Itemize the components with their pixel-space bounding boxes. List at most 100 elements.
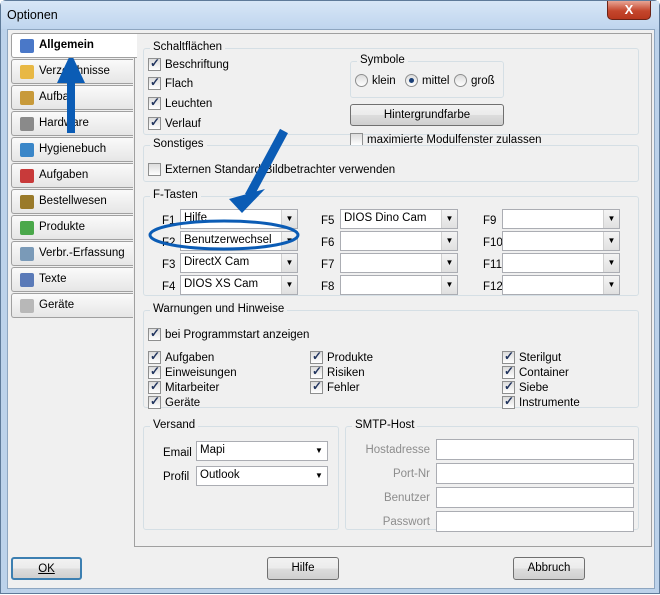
checkbox-aufgaben[interactable]: Aufgaben (148, 349, 214, 364)
checkbox-box[interactable] (148, 349, 161, 364)
f-key-select-f2[interactable]: Benutzerwechsel ▼ (180, 231, 298, 251)
tab-aufbau[interactable]: Aufbau (11, 85, 133, 110)
ok-label: OK (38, 563, 55, 575)
tab-verzeichnisse[interactable]: Verzeichnisse (11, 59, 133, 84)
checkbox-geräte[interactable]: Geräte (148, 394, 200, 409)
email-select[interactable]: Mapi ▼ (196, 441, 328, 461)
f-key-label: F8 (321, 281, 335, 293)
radio-mittel[interactable]: mittel (405, 74, 449, 87)
checkbox-siebe[interactable]: Siebe (502, 379, 548, 394)
chevron-down-icon[interactable]: ▼ (311, 442, 327, 460)
checkbox-box[interactable] (502, 364, 515, 379)
checkbox-fehler[interactable]: Fehler (310, 379, 360, 394)
smtp-input-hostadresse[interactable] (436, 439, 634, 460)
checkbox-verlauf[interactable]: Verlauf (148, 115, 201, 130)
tab-label: Hygienebuch (39, 143, 107, 155)
title-bar[interactable]: Optionen X (1, 1, 659, 29)
tab-hardware[interactable]: Hardware (11, 111, 133, 136)
f-key-select-f6[interactable]: ▼ (340, 231, 458, 251)
checkbox-box[interactable] (148, 163, 161, 176)
checkbox-box[interactable] (148, 364, 161, 379)
checkbox-box[interactable] (148, 75, 161, 90)
smtp-input-benutzer[interactable] (436, 487, 634, 508)
checkbox-label: Leuchten (165, 97, 213, 110)
f-key-select-f12[interactable]: ▼ (502, 275, 620, 295)
chevron-down-icon[interactable]: ▼ (311, 467, 327, 485)
folder-icon (20, 65, 34, 79)
checkbox-box[interactable] (310, 364, 323, 379)
tab-aufgaben[interactable]: Aufgaben (11, 163, 133, 188)
radio-button[interactable] (405, 74, 418, 87)
abbruch-button[interactable]: Abbruch (513, 557, 585, 580)
chevron-down-icon[interactable]: ▼ (603, 254, 619, 272)
tab-verbr-erfassung[interactable]: Verbr.-Erfassung (11, 241, 133, 266)
f-key-select-f8[interactable]: ▼ (340, 275, 458, 295)
checkbox-box[interactable] (502, 394, 515, 409)
chevron-down-icon[interactable]: ▼ (281, 254, 297, 272)
checkbox-box[interactable] (148, 115, 161, 130)
checkbox-beschriftung[interactable]: Beschriftung (148, 56, 229, 71)
tab-bestellwesen[interactable]: Bestellwesen (11, 189, 133, 214)
f-key-select-f7[interactable]: ▼ (340, 253, 458, 273)
checkbox-box[interactable] (310, 349, 323, 364)
checkbox-einweisungen[interactable]: Einweisungen (148, 364, 237, 379)
checkbox-box[interactable] (502, 379, 515, 394)
f-key-select-f3[interactable]: DirectX Cam ▼ (180, 253, 298, 273)
checkbox-box[interactable] (148, 379, 161, 394)
chevron-down-icon[interactable]: ▼ (281, 232, 297, 250)
f-key-select-f5[interactable]: DIOS Dino Cam ▼ (340, 209, 458, 229)
f-key-select-f10[interactable]: ▼ (502, 231, 620, 251)
checkbox-sterilgut[interactable]: Sterilgut (502, 349, 561, 364)
checkbox-leuchten[interactable]: Leuchten (148, 95, 213, 110)
tab-produkte[interactable]: Produkte (11, 215, 133, 240)
f-key-select-f1[interactable]: Hilfe ▼ (180, 209, 298, 229)
hintergrundfarbe-button[interactable]: Hintergrundfarbe (350, 104, 504, 126)
chevron-down-icon[interactable]: ▼ (441, 210, 457, 228)
chevron-down-icon[interactable]: ▼ (603, 232, 619, 250)
checkbox-box[interactable] (310, 379, 323, 394)
checkbox-produkte[interactable]: Produkte (310, 349, 373, 364)
tab-texte[interactable]: Texte (11, 267, 133, 292)
chevron-down-icon[interactable]: ▼ (281, 276, 297, 294)
checkbox-instrumente[interactable]: Instrumente (502, 394, 580, 409)
checkbox-risiken[interactable]: Risiken (310, 364, 365, 379)
radio-button[interactable] (454, 74, 467, 87)
hilfe-button[interactable]: Hilfe (267, 557, 339, 580)
radio-klein[interactable]: klein (355, 74, 396, 87)
f-key-label: F3 (162, 259, 176, 271)
close-button[interactable]: X (607, 1, 651, 20)
checkbox-programmstart[interactable]: bei Programmstart anzeigen (148, 326, 309, 341)
checkbox-box[interactable] (502, 349, 515, 364)
tab-allgemein[interactable]: Allgemein (11, 33, 137, 58)
checkbox-box[interactable] (148, 56, 161, 71)
chevron-down-icon[interactable]: ▼ (441, 232, 457, 250)
f-key-select-f4[interactable]: DIOS XS Cam ▼ (180, 275, 298, 295)
smtp-field-label: Port-Nr (392, 468, 430, 480)
smtp-input-port-nr[interactable] (436, 463, 634, 484)
radio-button[interactable] (355, 74, 368, 87)
profil-select[interactable]: Outlook ▼ (196, 466, 328, 486)
tab-geräte[interactable]: Geräte (11, 293, 133, 318)
ok-button[interactable]: OK (11, 557, 82, 580)
checkbox-box[interactable] (148, 95, 161, 110)
checkbox-flach[interactable]: Flach (148, 75, 193, 90)
f-key-select-f11[interactable]: ▼ (502, 253, 620, 273)
f-key-label: F11 (483, 259, 502, 271)
smtp-input-passwort[interactable] (436, 511, 634, 532)
checkbox-bildbetrachter[interactable]: Externen Standard-Bildbetrachter verwend… (148, 163, 395, 176)
radio-gross[interactable]: groß (454, 74, 495, 87)
checkbox-container[interactable]: Container (502, 364, 569, 379)
checkbox-mitarbeiter[interactable]: Mitarbeiter (148, 379, 219, 394)
options-window: Optionen X Allgemein Verzeichnisse Aufbau H… (0, 0, 660, 594)
chevron-down-icon[interactable]: ▼ (603, 210, 619, 228)
f-key-select-f9[interactable]: ▼ (502, 209, 620, 229)
tab-hygienebuch[interactable]: Hygienebuch (11, 137, 133, 162)
f-key-label: F6 (321, 237, 335, 249)
chevron-down-icon[interactable]: ▼ (603, 276, 619, 294)
group-title: Sonstiges (150, 138, 207, 150)
chevron-down-icon[interactable]: ▼ (281, 210, 297, 228)
checkbox-box[interactable] (148, 394, 161, 409)
chevron-down-icon[interactable]: ▼ (441, 276, 457, 294)
checkbox-box[interactable] (148, 326, 161, 341)
chevron-down-icon[interactable]: ▼ (441, 254, 457, 272)
